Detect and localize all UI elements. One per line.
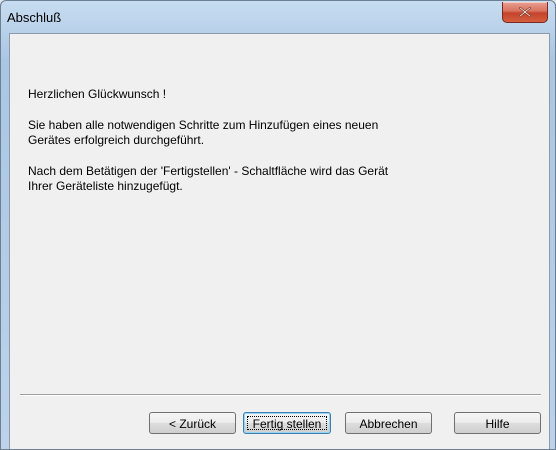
finish-button[interactable]: Fertig stellen [243,412,331,434]
separator-line [20,394,541,396]
close-icon [519,7,531,17]
help-button-label: Hilfe [485,417,510,431]
cancel-button[interactable]: Abbrechen [345,412,432,434]
dialog-window: Abschluß Herzlichen Glückwunsch ! Sie ha… [0,0,556,450]
close-button[interactable] [502,2,548,23]
steps-completed-text: Sie haben alle notwendigen Schritte zum … [28,118,379,147]
content-panel: Herzlichen Glückwunsch ! Sie haben alle … [10,34,549,392]
back-button[interactable]: < Zurück [149,412,236,434]
finish-info-text: Nach dem Betätigen der 'Fertigstellen' -… [28,164,389,193]
finish-button-label: Fertig stellen [252,417,322,431]
cancel-button-label: Abbrechen [359,417,418,431]
window-title: Abschluß [7,10,62,25]
dialog-client-area: Herzlichen Glückwunsch ! Sie haben alle … [9,33,550,449]
title-bar[interactable]: Abschluß [1,1,555,35]
back-button-label: < Zurück [168,417,216,431]
help-button[interactable]: Hilfe [454,412,541,434]
congratulations-text: Herzlichen Glückwunsch ! [28,87,167,101]
